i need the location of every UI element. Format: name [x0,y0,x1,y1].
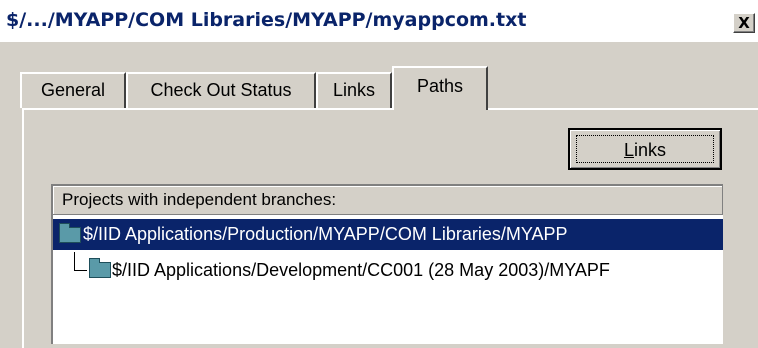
tab-links-label: Links [332,80,376,100]
tab-general-label: General [40,80,106,100]
close-icon: X [738,14,750,32]
tab-general[interactable]: General [20,72,126,108]
links-button[interactable]: Links [568,128,722,170]
links-button-focus: Links [576,135,714,163]
window-title: $/.../MYAPP/COM Libraries/MYAPP/myappcom… [6,9,527,31]
list-item-label: $/IID Applications/Production/MYAPP/COM … [83,224,568,244]
folder-icon [59,223,81,243]
list-item[interactable]: $/IID Applications/Production/MYAPP/COM … [53,219,723,250]
list-item-label: $/IID Applications/Development/CC001 (28… [112,260,610,280]
close-button[interactable]: X [733,13,755,33]
links-button-label: inks [634,140,667,160]
tab-paths-label: Paths [416,76,464,96]
tab-paths[interactable]: Paths [392,66,488,110]
tree-connector-branch [74,270,87,271]
list-header: Projects with independent branches: [53,186,723,215]
tree-connector [74,252,75,271]
links-button-accel: L [623,140,634,160]
tab-links[interactable]: Links [316,72,392,108]
list-item[interactable]: $/IID Applications/Development/CC001 (28… [53,252,723,286]
branch-list[interactable]: Projects with independent branches: $/II… [51,184,723,344]
title-bar: $/.../MYAPP/COM Libraries/MYAPP/myappcom… [0,0,758,42]
folder-icon [89,258,111,278]
tab-check-out-status[interactable]: Check Out Status [126,72,316,108]
tab-check-out-status-label: Check Out Status [150,80,292,100]
